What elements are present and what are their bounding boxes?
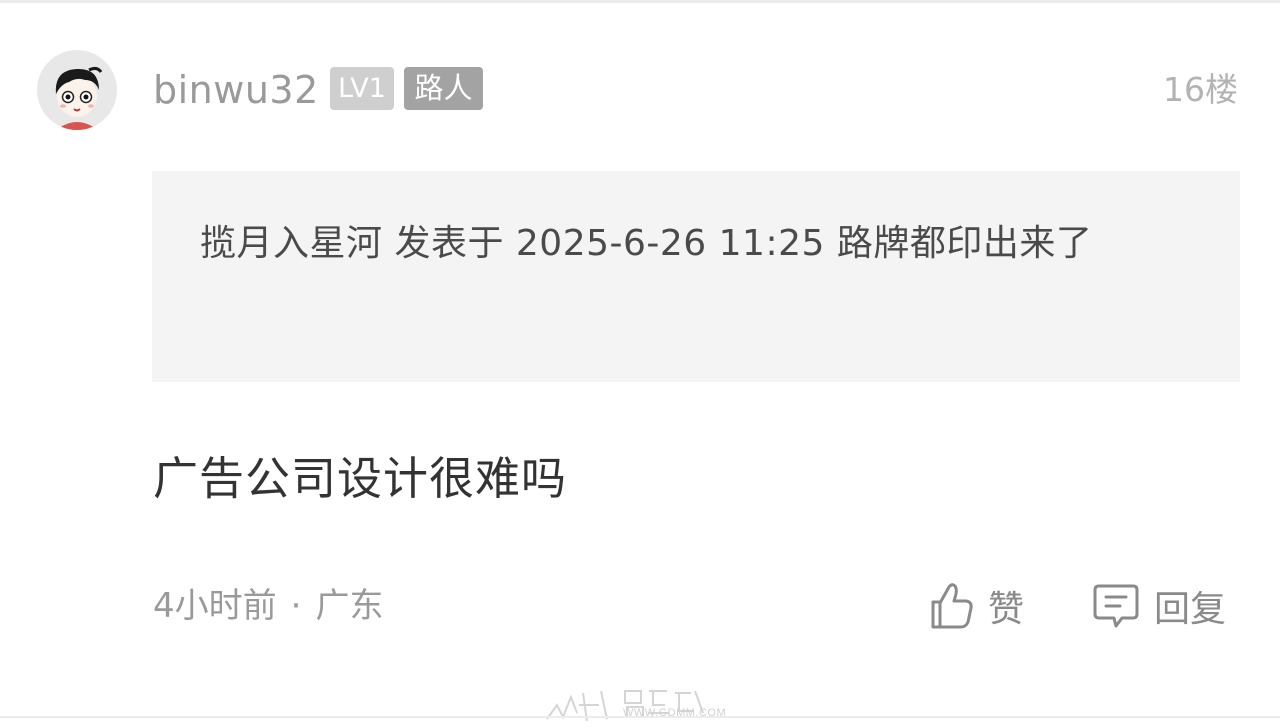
reply-button[interactable]: 回复	[1092, 578, 1226, 634]
time-ago: 4小时前	[153, 586, 277, 626]
meta-separator: ·	[290, 586, 302, 626]
thumbs-up-icon	[931, 583, 973, 629]
comment-card: binwu32 LV1 路人 16楼 揽月入星河 发表于 2025-6-26 1…	[0, 0, 1280, 728]
comment-meta: 4小时前 · 广东	[153, 582, 383, 630]
quote-text: 揽月入星河 发表于 2025-6-26 11:25 路牌都印出来了	[200, 223, 1093, 264]
floor-number: 16楼	[1163, 70, 1238, 109]
role-badge: 路人	[404, 67, 483, 110]
watermark-logo: WWW.GDMM.COM	[543, 683, 743, 725]
avatar-cartoon-icon	[37, 50, 117, 130]
comment-content: 广告公司设计很难吗	[153, 452, 568, 505]
like-label: 赞	[988, 589, 1025, 630]
location: 广东	[315, 586, 384, 626]
avatar[interactable]	[37, 50, 117, 130]
quoted-reply[interactable]: 揽月入星河 发表于 2025-6-26 11:25 路牌都印出来了	[152, 171, 1240, 382]
top-divider	[0, 0, 1280, 3]
username[interactable]: binwu32	[153, 66, 319, 114]
level-badge: LV1	[330, 67, 394, 110]
comment-icon	[1093, 584, 1139, 628]
bottom-divider	[0, 716, 1280, 718]
like-button[interactable]: 赞	[928, 578, 1024, 634]
reply-label: 回复	[1154, 589, 1227, 630]
